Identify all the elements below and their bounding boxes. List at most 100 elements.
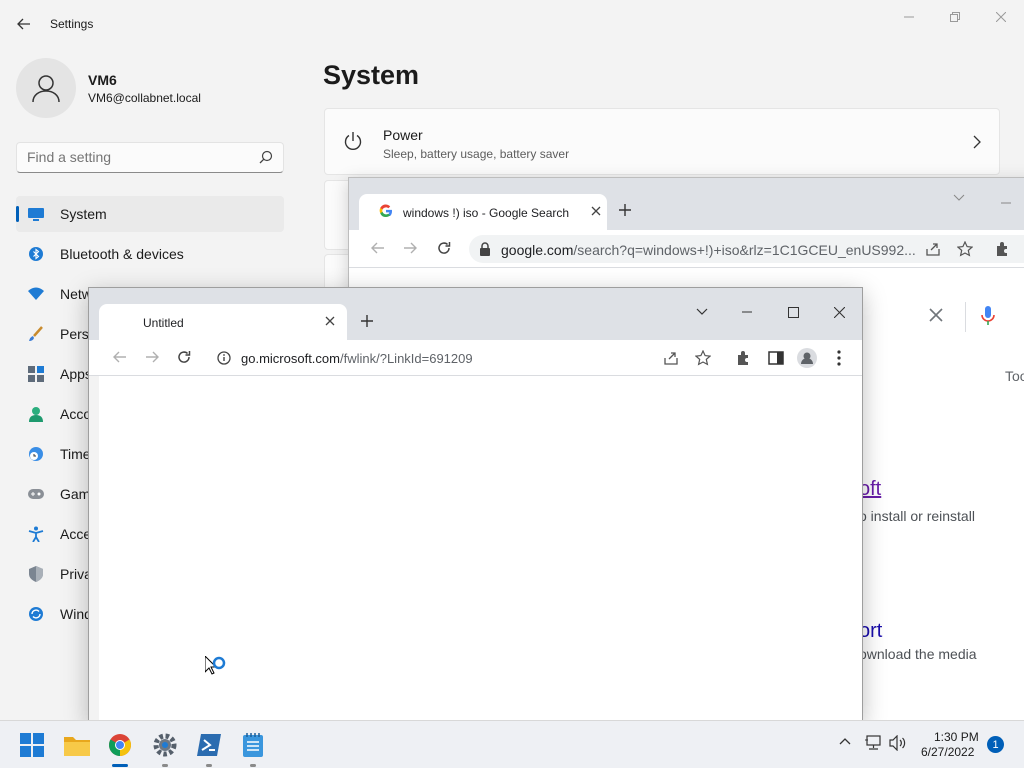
back-arrow-icon	[17, 18, 30, 30]
reload-icon[interactable]	[177, 350, 191, 364]
share-icon[interactable]	[663, 350, 679, 366]
back-arrow-icon[interactable]	[113, 350, 127, 364]
running-indicator	[162, 764, 168, 767]
star-icon[interactable]	[957, 241, 973, 257]
powershell-button[interactable]	[193, 729, 225, 767]
divider	[965, 302, 966, 332]
close-tab-icon[interactable]	[325, 316, 335, 326]
close-button[interactable]	[816, 302, 862, 322]
notification-badge[interactable]: 1	[987, 736, 1004, 753]
chevron-down-icon[interactable]	[953, 194, 965, 202]
windows-update-icon	[28, 606, 44, 622]
clear-search-icon[interactable]	[929, 308, 943, 322]
start-button[interactable]	[16, 729, 48, 761]
minimize-icon	[904, 16, 914, 18]
chevron-up-icon[interactable]	[839, 737, 851, 745]
running-indicator	[206, 764, 212, 767]
chrome-icon	[109, 734, 131, 756]
minimize-icon	[742, 311, 752, 313]
active-indicator	[112, 764, 128, 767]
forward-arrow-icon[interactable]	[403, 241, 417, 255]
chevron-down-icon	[696, 308, 708, 315]
volume-icon[interactable]	[889, 735, 907, 751]
clock-date[interactable]: 6/27/2022	[921, 745, 974, 759]
tools-tab[interactable]: Too	[1005, 368, 1024, 384]
taskbar	[0, 720, 1024, 768]
tab-google-search[interactable]: windows !) iso - Google Search	[359, 194, 607, 230]
lock-icon	[480, 242, 490, 256]
maximize-button[interactable]	[932, 6, 978, 28]
search-result-snippet: o install or reinstall	[859, 508, 975, 524]
star-icon[interactable]	[695, 350, 711, 366]
avatar[interactable]	[16, 58, 76, 118]
brush-icon	[28, 326, 44, 342]
sidebar-item-bluetooth[interactable]: Bluetooth & devices	[16, 236, 284, 272]
minimize-icon[interactable]	[1001, 194, 1011, 204]
close-button[interactable]	[978, 6, 1024, 28]
network-icon[interactable]	[865, 735, 883, 751]
more-menu-icon[interactable]	[837, 350, 841, 366]
shield-icon	[28, 566, 44, 582]
side-panel-icon[interactable]	[768, 350, 784, 366]
sidebar-item-label: System	[60, 206, 107, 222]
wifi-icon	[28, 286, 44, 302]
reload-icon[interactable]	[437, 241, 451, 255]
new-tab-icon[interactable]	[619, 204, 631, 216]
clock-time[interactable]: 1:30 PM	[934, 730, 979, 744]
url-text: google.com/search?q=windows+!)+iso&rlz=1…	[501, 242, 916, 258]
minimize-button[interactable]	[886, 6, 932, 28]
chevron-right-icon	[973, 135, 981, 149]
accessibility-icon	[28, 526, 44, 542]
find-setting-box[interactable]	[16, 142, 284, 173]
power-card-subtitle: Sleep, battery usage, battery saver	[383, 147, 570, 161]
windows-start-icon	[20, 733, 44, 757]
extensions-icon[interactable]	[995, 241, 1011, 257]
monitor-icon	[28, 206, 44, 222]
search-input[interactable]	[27, 149, 247, 165]
clock-globe-icon	[28, 446, 44, 462]
settings-button[interactable]	[149, 729, 181, 767]
new-tab-icon[interactable]	[361, 315, 373, 327]
running-indicator	[250, 764, 256, 767]
close-tab-icon[interactable]	[591, 206, 601, 216]
window-title: Settings	[50, 17, 94, 31]
tab-strip: windows !) iso - Google Search	[349, 178, 1024, 230]
profile-icon[interactable]	[797, 348, 817, 368]
tab-title: Untitled	[143, 316, 184, 330]
google-icon	[379, 204, 392, 218]
sidebar-item-label: Time	[60, 446, 91, 462]
sidebar-item-system[interactable]: System	[16, 196, 284, 232]
share-icon[interactable]	[925, 241, 941, 257]
back-button[interactable]	[12, 12, 36, 36]
forward-arrow-icon[interactable]	[145, 350, 159, 364]
chrome-button[interactable]	[104, 729, 136, 767]
notepad-icon	[243, 733, 263, 757]
power-card[interactable]: Power Sleep, battery usage, battery save…	[324, 108, 1000, 175]
power-icon	[344, 132, 362, 150]
sidebar-item-label: Acce	[60, 526, 92, 542]
chrome-window-untitled: Untitled go.microsoft.com/fwlink/?LinkId…	[88, 287, 863, 722]
notepad-button[interactable]	[237, 729, 269, 767]
settings-icon	[153, 733, 177, 757]
user-email: VM6@collabnet.local	[88, 91, 201, 105]
minimize-button[interactable]	[724, 302, 770, 322]
info-icon[interactable]	[217, 351, 231, 365]
tab-untitled[interactable]: Untitled	[99, 304, 347, 340]
busy-cursor-icon	[205, 656, 226, 675]
maximize-button[interactable]	[770, 302, 816, 322]
address-bar[interactable]: go.microsoft.com/fwlink/?LinkId=691209	[207, 344, 727, 372]
back-arrow-icon[interactable]	[371, 241, 385, 255]
extensions-icon[interactable]	[736, 350, 752, 366]
tab-title: windows !) iso - Google Search	[403, 206, 570, 220]
user-name: VM6	[88, 72, 117, 88]
maximize-icon	[787, 306, 799, 318]
toolbar: go.microsoft.com/fwlink/?LinkId=691209	[89, 340, 862, 376]
microphone-icon[interactable]	[981, 306, 995, 326]
file-explorer-button[interactable]	[61, 729, 93, 761]
sidebar-item-label: Pers	[60, 326, 89, 342]
gamepad-icon	[28, 486, 44, 502]
search-result-snippet: ownload the media	[859, 646, 977, 662]
tab-search-button[interactable]	[679, 302, 725, 322]
apps-icon	[28, 366, 44, 382]
address-bar[interactable]: google.com/search?q=windows+!)+iso&rlz=1…	[469, 235, 1024, 263]
